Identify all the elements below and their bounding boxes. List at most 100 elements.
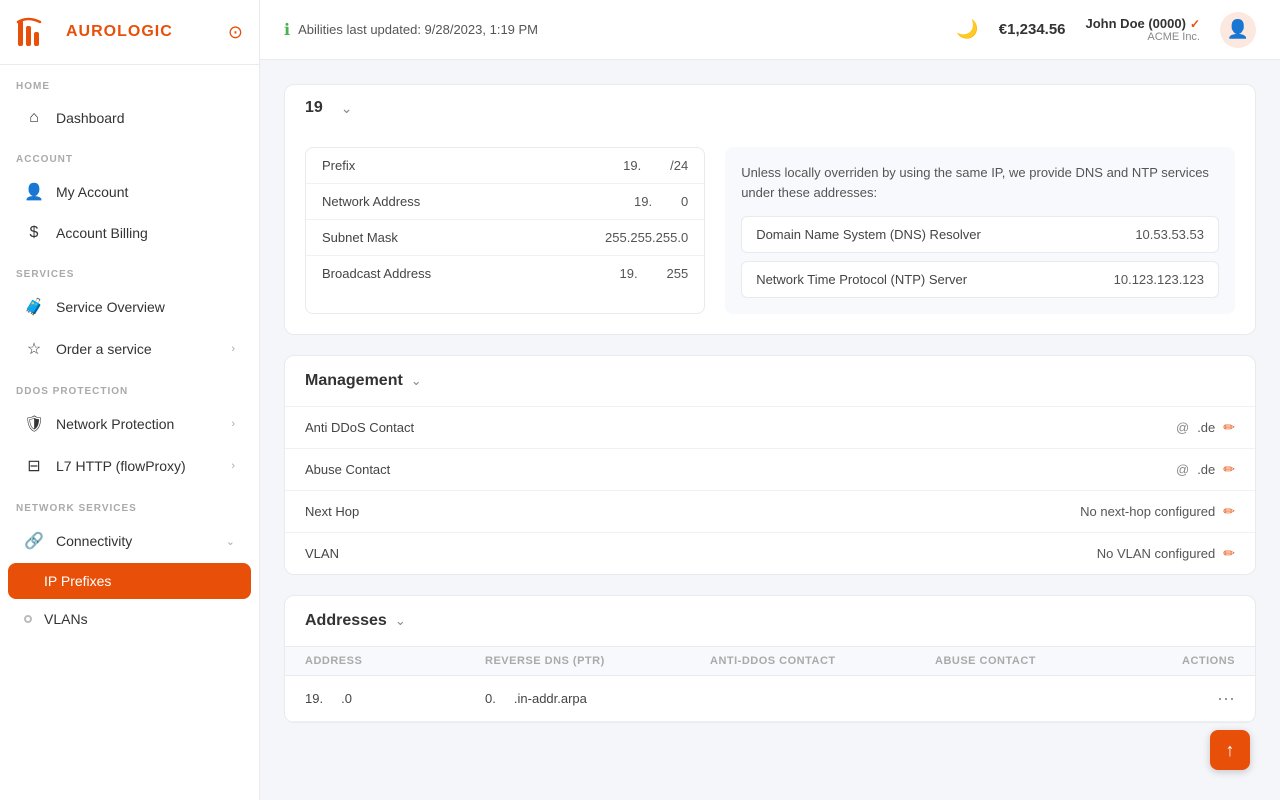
- sidebar-item-service-overview[interactable]: 🧳 Service Overview: [8, 287, 251, 327]
- topbar-right: 🌙 €1,234.56 John Doe (0000) ✓ ACME Inc. …: [956, 12, 1256, 48]
- addresses-collapse-icon: ⌄: [395, 613, 406, 629]
- abuse-edit-icon[interactable]: ✏: [1223, 461, 1235, 478]
- prefix-header[interactable]: 19 ⌄: [285, 85, 1255, 131]
- prefix-label-subnet: Subnet Mask: [322, 230, 605, 245]
- sidebar-ip-prefixes-label: IP Prefixes: [44, 573, 235, 589]
- prefix-value-broadcast: 19. 255: [620, 266, 689, 281]
- abuse-at: @: [1176, 462, 1189, 477]
- antiddos-value: @ .de ✏: [1176, 419, 1235, 436]
- account-balance: €1,234.56: [999, 21, 1066, 38]
- brand-name: AUROLOGIC: [66, 23, 173, 41]
- sidebar-network-protection-label: Network Protection: [56, 416, 219, 432]
- mgmt-row-vlan: VLAN No VLAN configured ✏: [285, 533, 1255, 574]
- sidebar-my-account-label: My Account: [56, 184, 235, 200]
- briefcase-icon: 🧳: [24, 297, 44, 317]
- section-network-services: NETWORK SERVICES: [0, 487, 259, 520]
- star-icon: ☆: [24, 339, 44, 359]
- sidebar-l7-http-label: L7 HTTP (flowProxy): [56, 458, 219, 474]
- l7-chevron-icon: ›: [231, 460, 235, 472]
- antiddos-at: @: [1176, 420, 1189, 435]
- abuse-domain: .de: [1197, 462, 1215, 477]
- management-collapse-icon: ⌄: [411, 373, 422, 389]
- prefix-label-network: Network Address: [322, 194, 634, 209]
- vlans-dot: [24, 615, 32, 623]
- addr-ptr: 0. .in-addr.arpa: [485, 691, 710, 706]
- sidebar-item-connectivity[interactable]: 🔗 Connectivity ⌄: [8, 521, 251, 561]
- order-service-chevron-icon: ›: [231, 343, 235, 355]
- sidebar-item-dashboard[interactable]: ⌂ Dashboard: [8, 99, 251, 137]
- mgmt-row-antiddos: Anti DDoS Contact @ .de ✏: [285, 407, 1255, 449]
- prefix-row-prefix: Prefix 19. /24: [306, 148, 704, 184]
- addr-address: 19. .0: [305, 691, 485, 706]
- section-home: HOME: [0, 65, 259, 98]
- prefix-dns-info: Unless locally overriden by using the sa…: [725, 147, 1235, 314]
- antiddos-domain: .de: [1197, 420, 1215, 435]
- vlan-text: No VLAN configured: [1097, 546, 1216, 561]
- antiddos-label: Anti DDoS Contact: [305, 420, 1176, 435]
- shield-icon: 🛡: [24, 414, 44, 434]
- prefix-row-network: Network Address 19. 0: [306, 184, 704, 220]
- ip-prefixes-dot: [24, 577, 32, 585]
- vlan-edit-icon[interactable]: ✏: [1223, 545, 1235, 562]
- mgmt-row-abuse: Abuse Contact @ .de ✏: [285, 449, 1255, 491]
- user-name: John Doe (0000) ✓: [1086, 16, 1200, 31]
- nexthop-edit-icon[interactable]: ✏: [1223, 503, 1235, 520]
- scroll-top-button[interactable]: ↑: [1210, 730, 1250, 770]
- col-abuse: ABUSE CONTACT: [935, 655, 1115, 667]
- logo-area: AUROLOGIC ⊙: [0, 0, 259, 65]
- col-address: ADDRESS: [305, 655, 485, 667]
- connectivity-chevron-icon: ⌄: [226, 535, 235, 548]
- section-services: SERVICES: [0, 253, 259, 286]
- abuse-label: Abuse Contact: [305, 462, 1176, 477]
- address-row: 19. .0 0. .in-addr.arpa ···: [285, 676, 1255, 722]
- dns-resolver-label: Domain Name System (DNS) Resolver: [756, 227, 1135, 242]
- col-actions: ACTIONS: [1115, 655, 1235, 667]
- sidebar-connectivity-label: Connectivity: [56, 533, 214, 549]
- home-icon: ⌂: [24, 109, 44, 127]
- addresses-card: Addresses ⌄ ADDRESS REVERSE DNS (PTR) AN…: [284, 595, 1256, 723]
- sidebar-item-l7-http[interactable]: ⊟ L7 HTTP (flowProxy) ›: [8, 446, 251, 486]
- addresses-header[interactable]: Addresses ⌄: [285, 596, 1255, 646]
- prefix-body: Prefix 19. /24 Network Address 19. 0 Sub…: [285, 131, 1255, 334]
- addr-actions-btn[interactable]: ···: [1115, 688, 1235, 709]
- mgmt-row-nexthop: Next Hop No next-hop configured ✏: [285, 491, 1255, 533]
- user-avatar[interactable]: 👤: [1220, 12, 1256, 48]
- sidebar-item-account-billing[interactable]: $ Account Billing: [8, 214, 251, 252]
- page-content: 19 ⌄ Prefix 19. /24 Network Address 19. …: [260, 60, 1280, 767]
- abilities-info: ℹ Abilities last updated: 9/28/2023, 1:1…: [284, 20, 940, 40]
- prefix-value-prefix: 19. /24: [623, 158, 688, 173]
- table-icon: ⊟: [24, 456, 44, 476]
- addresses-table-header: ADDRESS REVERSE DNS (PTR) ANTI-DDOS CONT…: [285, 646, 1255, 676]
- prefix-row-broadcast: Broadcast Address 19. 255: [306, 256, 704, 291]
- sidebar-item-network-protection[interactable]: 🛡 Network Protection ›: [8, 404, 251, 444]
- sidebar-item-ip-prefixes[interactable]: IP Prefixes: [8, 563, 251, 599]
- dns-resolver-row: Domain Name System (DNS) Resolver 10.53.…: [741, 216, 1219, 253]
- antiddos-edit-icon[interactable]: ✏: [1223, 419, 1235, 436]
- vlan-value: No VLAN configured ✏: [1097, 545, 1235, 562]
- sidebar-item-my-account[interactable]: 👤 My Account: [8, 172, 251, 212]
- col-ptr: REVERSE DNS (PTR): [485, 655, 710, 667]
- prefix-table: Prefix 19. /24 Network Address 19. 0 Sub…: [305, 147, 705, 314]
- sidebar-item-order-service[interactable]: ☆ Order a service ›: [8, 329, 251, 369]
- info-icon: ℹ: [284, 20, 290, 40]
- link-icon: 🔗: [24, 531, 44, 551]
- user-info: John Doe (0000) ✓ ACME Inc.: [1086, 16, 1200, 43]
- user-company: ACME Inc.: [1147, 31, 1200, 43]
- management-title: Management: [305, 372, 403, 390]
- management-card: Management ⌄ Anti DDoS Contact @ .de ✏ A…: [284, 355, 1256, 575]
- sidebar-item-vlans[interactable]: VLANs: [8, 601, 251, 637]
- section-ddos: DDOS PROTECTION: [0, 370, 259, 403]
- prefix-title: 19: [305, 99, 323, 117]
- management-header[interactable]: Management ⌄: [285, 356, 1255, 406]
- management-table: Anti DDoS Contact @ .de ✏ Abuse Contact …: [285, 406, 1255, 574]
- nexthop-label: Next Hop: [305, 504, 1080, 519]
- sidebar-service-overview-label: Service Overview: [56, 299, 235, 315]
- prefix-value-subnet: 255.255.255.0: [605, 230, 688, 245]
- network-protection-chevron-icon: ›: [231, 418, 235, 430]
- dark-mode-toggle[interactable]: 🌙: [956, 19, 978, 40]
- addresses-title: Addresses: [305, 612, 387, 630]
- dns-description: Unless locally overriden by using the sa…: [741, 163, 1219, 202]
- sidebar-toggle-icon[interactable]: ⊙: [228, 22, 243, 43]
- prefix-card: 19 ⌄ Prefix 19. /24 Network Address 19. …: [284, 84, 1256, 335]
- prefix-label-prefix: Prefix: [322, 158, 623, 173]
